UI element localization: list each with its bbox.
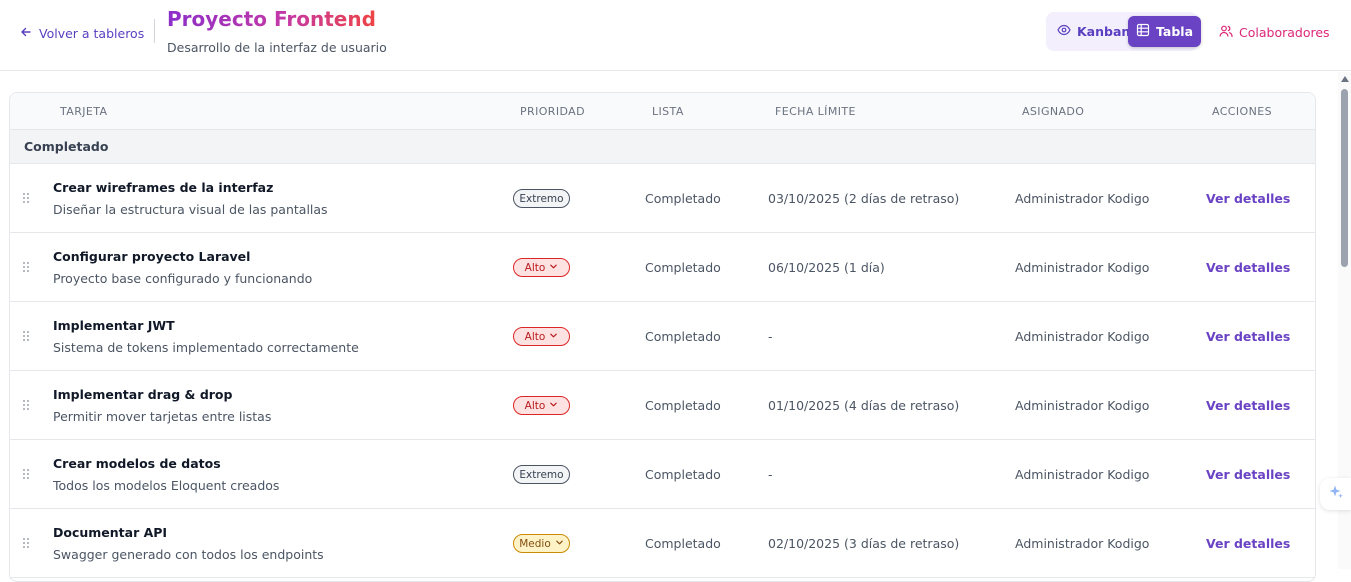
card-description: Todos los modelos Eloquent creados	[53, 478, 280, 493]
drag-handle-icon[interactable]	[22, 399, 30, 411]
view-details-link[interactable]: Ver detalles	[1206, 398, 1290, 413]
scrollbar-thumb[interactable]	[1341, 89, 1348, 267]
chevron-down-icon	[549, 262, 558, 274]
table-row[interactable]: Crear wireframes de la interfaz Diseñar l…	[10, 164, 1315, 233]
column-header-due-date: FECHA LÍMITE	[775, 105, 856, 118]
list-cell: Completado	[645, 467, 721, 482]
drag-handle-icon[interactable]	[22, 330, 30, 342]
priority-badge[interactable]: Alto	[513, 396, 570, 415]
due-date-cell: 02/10/2025 (3 días de retraso)	[768, 536, 960, 551]
kanban-view-button[interactable]: Kanban	[1049, 16, 1138, 47]
assignee-cell: Administrador Kodigo	[1015, 398, 1150, 413]
header-divider	[154, 19, 155, 43]
scroll-up-arrow-icon[interactable]	[1341, 76, 1349, 82]
due-date-cell: -	[768, 467, 773, 482]
priority-label: Extremo	[519, 192, 564, 205]
card-title[interactable]: Implementar drag & drop	[53, 387, 232, 402]
priority-badge[interactable]: Alto	[513, 327, 570, 346]
users-icon	[1219, 24, 1233, 41]
page-header: Volver a tableros Proyecto Frontend Desa…	[0, 0, 1351, 71]
table-row[interactable]: Configurar proyecto Laravel Proyecto base…	[10, 233, 1315, 302]
list-cell: Completado	[645, 191, 721, 206]
assistant-button[interactable]	[1320, 478, 1351, 510]
table-header: TARJETA PRIORIDAD LISTA FECHA LÍMITE ASI…	[10, 93, 1315, 130]
list-cell: Completado	[645, 398, 721, 413]
priority-badge[interactable]: Alto	[513, 258, 570, 277]
view-details-link[interactable]: Ver detalles	[1206, 536, 1290, 551]
assignee-cell: Administrador Kodigo	[1015, 329, 1150, 344]
priority-badge[interactable]: Extremo	[513, 189, 570, 208]
card-title[interactable]: Crear wireframes de la interfaz	[53, 180, 273, 195]
kanban-view-label: Kanban	[1077, 24, 1131, 39]
list-cell: Completado	[645, 260, 721, 275]
drag-handle-icon[interactable]	[22, 468, 30, 480]
table-grid-icon	[1136, 23, 1150, 40]
due-date-cell: 01/10/2025 (4 días de retraso)	[768, 398, 960, 413]
assignee-cell: Administrador Kodigo	[1015, 191, 1150, 206]
due-date-cell: -	[768, 329, 773, 344]
arrow-left-icon	[20, 26, 32, 41]
cards-table: TARJETA PRIORIDAD LISTA FECHA LÍMITE ASI…	[9, 92, 1316, 582]
drag-handle-icon[interactable]	[22, 261, 30, 273]
eye-icon	[1057, 23, 1071, 40]
collaborators-button[interactable]: Colaboradores	[1219, 24, 1330, 41]
back-to-boards-label: Volver a tableros	[39, 25, 145, 41]
priority-label: Extremo	[519, 468, 564, 481]
view-details-link[interactable]: Ver detalles	[1206, 467, 1290, 482]
priority-label: Medio	[519, 537, 551, 550]
card-description: Sistema de tokens implementado correctam…	[53, 340, 359, 355]
drag-handle-icon[interactable]	[22, 537, 30, 549]
due-date-cell: 03/10/2025 (2 días de retraso)	[768, 191, 960, 206]
page-subtitle: Desarrollo de la interfaz de usuario	[167, 40, 387, 55]
priority-label: Alto	[524, 261, 546, 274]
drag-handle-icon[interactable]	[22, 192, 30, 204]
sparkle-icon	[1327, 483, 1345, 505]
view-details-link[interactable]: Ver detalles	[1206, 260, 1290, 275]
card-description: Permitir mover tarjetas entre listas	[53, 409, 272, 424]
chevron-down-icon	[555, 538, 564, 550]
priority-badge[interactable]: Medio	[513, 534, 570, 553]
table-view-button[interactable]: Tabla	[1128, 16, 1202, 47]
list-cell: Completado	[645, 536, 721, 551]
column-header-actions: ACCIONES	[1212, 105, 1272, 118]
list-cell: Completado	[645, 329, 721, 344]
card-description: Proyecto base configurado y funcionando	[53, 271, 313, 286]
card-description: Swagger generado con todos los endpoints	[53, 547, 324, 562]
back-to-boards-link[interactable]: Volver a tableros	[20, 24, 144, 42]
collaborators-label: Colaboradores	[1239, 25, 1330, 40]
chevron-down-icon	[549, 400, 558, 412]
column-header-assignee: ASIGNADO	[1022, 105, 1085, 118]
assignee-cell: Administrador Kodigo	[1015, 467, 1150, 482]
due-date-cell: 06/10/2025 (1 día)	[768, 260, 885, 275]
card-title[interactable]: Documentar API	[53, 525, 167, 540]
group-header-completado: Completado	[10, 130, 1315, 164]
table-view-label: Tabla	[1156, 24, 1194, 39]
card-description: Diseñar la estructura visual de las pant…	[53, 202, 328, 217]
priority-badge[interactable]: Extremo	[513, 465, 570, 484]
group-label: Completado	[24, 139, 109, 154]
page-title: Proyecto Frontend	[167, 7, 376, 31]
card-title[interactable]: Implementar JWT	[53, 318, 175, 333]
assignee-cell: Administrador Kodigo	[1015, 536, 1150, 551]
view-toggle: Kanban Tabla	[1046, 12, 1202, 51]
column-header-list: LISTA	[652, 105, 684, 118]
table-row[interactable]: Crear modelos de datos Todos los modelos …	[10, 440, 1315, 509]
view-details-link[interactable]: Ver detalles	[1206, 329, 1290, 344]
table-row[interactable]: Implementar drag & drop Permitir mover ta…	[10, 371, 1315, 440]
card-title[interactable]: Configurar proyecto Laravel	[53, 249, 250, 264]
priority-label: Alto	[524, 330, 546, 343]
chevron-down-icon	[549, 331, 558, 343]
table-row[interactable]: Documentar API Swagger generado con todos…	[10, 509, 1315, 578]
assignee-cell: Administrador Kodigo	[1015, 260, 1150, 275]
table-row[interactable]: Implementar JWT Sistema de tokens impleme…	[10, 302, 1315, 371]
card-title[interactable]: Crear modelos de datos	[53, 456, 221, 471]
column-header-card: TARJETA	[60, 105, 108, 118]
priority-label: Alto	[524, 399, 546, 412]
column-header-priority: PRIORIDAD	[520, 105, 585, 118]
view-details-link[interactable]: Ver detalles	[1206, 191, 1290, 206]
